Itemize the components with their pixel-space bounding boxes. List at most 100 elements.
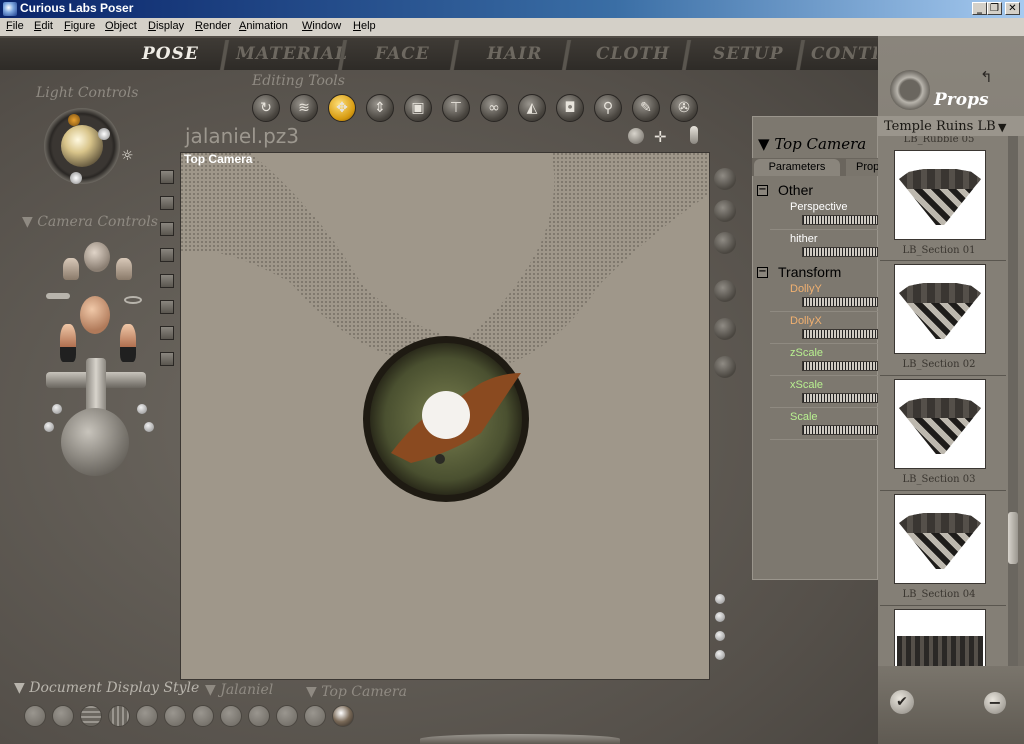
- twist-icon[interactable]: ≋: [290, 94, 318, 122]
- color-icon[interactable]: ◭: [518, 94, 546, 122]
- document-viewport[interactable]: [180, 152, 710, 680]
- display-style-silhouette[interactable]: [24, 705, 46, 727]
- menu-display[interactable]: Display: [148, 20, 184, 32]
- param-scale-dial[interactable]: [802, 425, 878, 435]
- menu-file[interactable]: File: [6, 20, 24, 32]
- prop-thumbnail[interactable]: [894, 150, 986, 240]
- menu-help[interactable]: Help: [353, 20, 376, 32]
- prop-thumbnail[interactable]: [894, 264, 986, 354]
- apply-library-button[interactable]: ✔: [890, 690, 914, 714]
- head-camera-icon[interactable]: [80, 296, 110, 334]
- prop-thumbnail[interactable]: [894, 609, 986, 666]
- document-zoom-icon[interactable]: [690, 126, 698, 144]
- right-hand-camera-hand-icon[interactable]: [120, 324, 136, 362]
- translate-in-out-icon[interactable]: ⇕: [366, 94, 394, 122]
- doc-side-button[interactable]: [160, 300, 174, 314]
- prop-thumbnail[interactable]: [894, 494, 986, 584]
- light-properties-icon[interactable]: ☼: [121, 148, 134, 164]
- parameters-title[interactable]: ▼ Top Camera: [758, 135, 866, 153]
- grouping-icon[interactable]: ◘: [556, 94, 584, 122]
- display-style-smooth-lined[interactable]: [304, 705, 326, 727]
- doc-side-button[interactable]: [160, 274, 174, 288]
- param-zscale-dial[interactable]: [802, 361, 878, 371]
- library-scrollbar[interactable]: [1008, 136, 1018, 666]
- camera-dot-right[interactable]: [144, 422, 154, 432]
- param-dollyy-dial[interactable]: [802, 297, 878, 307]
- bottom-drawer-handle[interactable]: [420, 734, 620, 744]
- remove-library-button[interactable]: −: [984, 692, 1006, 714]
- menu-figure[interactable]: Figure: [64, 20, 95, 32]
- tab-setup[interactable]: SETUP: [713, 44, 784, 68]
- menu-window[interactable]: Window: [302, 20, 341, 32]
- library-scroll-thumb[interactable]: [1008, 512, 1018, 564]
- tab-content[interactable]: CONTE: [811, 44, 877, 68]
- render-style-button[interactable]: [714, 356, 736, 378]
- display-style-lit-wireframe[interactable]: [136, 705, 158, 727]
- light-handle[interactable]: [68, 114, 80, 126]
- memory-dot[interactable]: [715, 650, 725, 660]
- light-sphere[interactable]: [61, 125, 103, 167]
- rotate-icon[interactable]: ↻: [252, 94, 280, 122]
- camera-dot-left[interactable]: [44, 422, 54, 432]
- translate-icon[interactable]: ✥: [328, 94, 356, 122]
- param-hither-dial[interactable]: [802, 247, 878, 257]
- chain-break-icon[interactable]: ∞: [480, 94, 508, 122]
- maximize-button[interactable]: ❐: [987, 2, 1002, 15]
- library-ring-icon[interactable]: [890, 70, 930, 110]
- morphing-tool-icon[interactable]: ✎: [632, 94, 660, 122]
- document-rotate-icon[interactable]: [628, 128, 644, 144]
- camera-dot-left-top[interactable]: [52, 404, 62, 414]
- display-style-flat-shaded[interactable]: [164, 705, 186, 727]
- render-style-button[interactable]: [714, 232, 736, 254]
- param-dollyx-dial[interactable]: [802, 329, 878, 339]
- tab-cloth[interactable]: CLOTH: [596, 44, 670, 68]
- doc-side-button[interactable]: [160, 248, 174, 262]
- library-back-icon[interactable]: ↰: [980, 68, 993, 86]
- orbit-icon[interactable]: [124, 296, 142, 304]
- memory-dot[interactable]: [715, 612, 725, 622]
- tab-face[interactable]: FACE: [375, 44, 430, 68]
- right-hand-camera-icon[interactable]: [116, 258, 132, 280]
- doc-side-button[interactable]: [160, 222, 174, 236]
- render-style-button[interactable]: [714, 318, 736, 340]
- display-style-wireframe[interactable]: [80, 705, 102, 727]
- param-perspective-dial[interactable]: [802, 215, 878, 225]
- move-y-trackball-icon[interactable]: [86, 358, 106, 414]
- view-magnifier-icon[interactable]: ⚲: [594, 94, 622, 122]
- menu-object[interactable]: Object: [105, 20, 137, 32]
- tab-parameters[interactable]: Parameters: [754, 159, 840, 176]
- display-style-smooth-shaded[interactable]: [276, 705, 298, 727]
- render-style-button[interactable]: [714, 280, 736, 302]
- doc-side-button[interactable]: [160, 170, 174, 184]
- tab-hair[interactable]: HAIR: [487, 44, 542, 68]
- menu-edit[interactable]: Edit: [34, 20, 53, 32]
- render-style-button[interactable]: [714, 200, 736, 222]
- collapse-transform-icon[interactable]: −: [757, 267, 768, 278]
- minimize-button[interactable]: _: [972, 2, 987, 15]
- render-style-button[interactable]: [714, 168, 736, 190]
- scale-icon[interactable]: ▣: [404, 94, 432, 122]
- figure-menu[interactable]: ▼ Jalaniel: [205, 682, 273, 698]
- library-category[interactable]: Temple Ruins LB: [884, 119, 996, 134]
- memory-dot[interactable]: [715, 594, 725, 604]
- taper-icon[interactable]: ⊤: [442, 94, 470, 122]
- doc-side-button[interactable]: [160, 352, 174, 366]
- light-handle[interactable]: [98, 128, 110, 140]
- group-transform[interactable]: Transform: [778, 264, 841, 280]
- direct-manipulation-icon[interactable]: ✇: [670, 94, 698, 122]
- display-style-cartoon[interactable]: [220, 705, 242, 727]
- display-style-flat-lined[interactable]: [192, 705, 214, 727]
- doc-side-button[interactable]: [160, 326, 174, 340]
- close-button[interactable]: ✕: [1005, 2, 1020, 15]
- display-style-texture-shaded[interactable]: [332, 705, 354, 727]
- menu-render[interactable]: Render: [195, 20, 231, 32]
- face-camera-icon[interactable]: [84, 242, 110, 272]
- left-hand-camera-icon[interactable]: [63, 258, 79, 280]
- doc-side-button[interactable]: [160, 196, 174, 210]
- menu-animation[interactable]: Animation: [239, 20, 288, 32]
- key-icon[interactable]: [46, 293, 70, 299]
- collapse-other-icon[interactable]: −: [757, 185, 768, 196]
- display-style-hidden-line[interactable]: [108, 705, 130, 727]
- document-move-icon[interactable]: ✛: [654, 128, 667, 146]
- display-style-outline[interactable]: [52, 705, 74, 727]
